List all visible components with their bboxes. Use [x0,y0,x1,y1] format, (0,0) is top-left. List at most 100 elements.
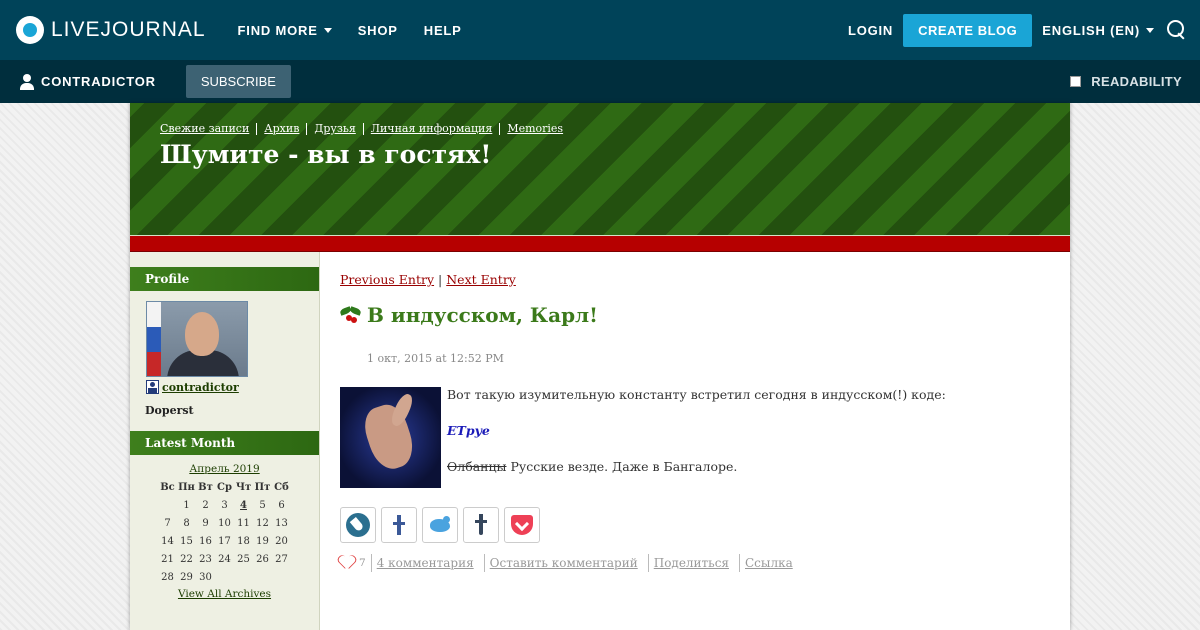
journal-nav-recent[interactable]: Свежие записи [160,123,256,135]
share-twitter-button[interactable] [422,507,458,543]
readability-toggle[interactable]: READABILITY [1070,74,1182,89]
livejournal-icon [346,513,370,537]
nav-help[interactable]: HELP [424,23,462,38]
entry-strikethrough-text: Олбанцы [447,459,507,474]
top-right-controls: LOGIN CREATE BLOG ENGLISH (EN) [848,0,1200,60]
calendar-weekday-row: Вс Пн Вт Ср Чт Пт Сб [158,478,291,496]
search-icon[interactable] [1166,19,1188,41]
calendar-day: 18 [237,535,250,547]
calendar-body: 1 2 3 4 5 6 7 8 9 10 11 12 13 14 15 16 17 18 19 20 21 22 23 24 2… [158,496,291,586]
journal-header: Свежие записи Архив Друзья Личная информ… [130,103,1070,235]
calendar-day: 6 [278,499,285,511]
calendar-grid: Вс Пн Вт Ср Чт Пт Сб 1 2 3 4 5 6 7 8 9 10 11 12 13 14 15 16 17… [158,478,291,586]
calendar-day [158,496,177,514]
entry-code-word: ETpye [447,423,490,438]
entry-title-row: В индусском, Карл! [339,303,1060,327]
avatar-head [185,312,219,356]
holly-berry [351,317,357,323]
calendar-day: 8 [183,517,190,529]
readability-label: READABILITY [1091,74,1182,89]
pocket-icon [511,515,533,535]
calendar-weekday: Вт [198,481,213,493]
chevron-down-icon [323,27,332,33]
leave-comment-link[interactable]: Оставить комментарий [483,554,643,572]
calendar-day: 9 [202,517,209,529]
language-selector[interactable]: ENGLISH (EN) [1042,23,1154,38]
calendar-day: 10 [218,517,231,529]
calendar-day: 13 [275,517,288,529]
entry-image-hand [359,400,419,474]
journal-nav-friends[interactable]: Друзья [306,123,362,135]
calendar-day: 7 [164,517,171,529]
create-blog-button[interactable]: CREATE BLOG [903,13,1033,47]
logo-text: LIVEJOURNAL [51,18,206,41]
avatar-flag-white [147,302,161,327]
nav-help-label: HELP [423,22,462,38]
login-link[interactable]: LOGIN [848,23,893,38]
share-buttons [340,507,1060,543]
livejournal-logo[interactable]: LIVEJOURNAL [16,16,206,44]
holly-leaf-right [349,306,362,316]
calendar-day-link[interactable]: 4 [234,496,253,514]
chevron-down-icon [1146,27,1154,33]
calendar-week: 28 29 30 [158,568,291,586]
calendar-weekday: Сб [274,481,289,493]
share-facebook-button[interactable] [381,507,417,543]
share-pocket-button[interactable] [504,507,540,543]
calendar-day: 22 [180,553,193,565]
entry-title: В индусском, Карл! [367,303,598,327]
avatar[interactable] [146,301,248,377]
calendar-week: 123456 [158,496,291,514]
permalink[interactable]: Ссылка [739,554,798,572]
readability-checkbox[interactable] [1070,76,1082,87]
view-all-archives-link[interactable]: View All Archives [130,588,319,600]
entry-actions: 7 4 комментария Оставить комментарий Под… [340,554,1060,572]
calendar-week: 7 8 9 10 11 12 13 [158,514,291,532]
calendar-day: 5 [259,499,266,511]
entry-paragraph-text: Русские везде. Даже в Бангалоре. [506,459,738,474]
calendar-week: 14 15 16 17 18 19 20 [158,532,291,550]
entry-image [340,387,441,488]
share-tumblr-button[interactable] [463,507,499,543]
latest-month-heading: Latest Month [130,431,319,455]
nav-shop[interactable]: SHOP [358,23,398,38]
journal-nav-profile[interactable]: Личная информация [362,123,500,135]
profile-username-link[interactable]: contradictor [162,381,239,394]
nav-find-more[interactable]: FIND MORE [238,23,332,38]
main-nav: FIND MORE SHOP HELP [238,23,488,38]
journal-username-link[interactable]: CONTRADICTOR [41,74,156,89]
holly-icon [339,305,362,325]
profile-user-line: contradictor [146,380,319,394]
nav-shop-label: SHOP [357,22,398,38]
userinfo-icon[interactable] [146,380,159,394]
entry-paragraph: Олбанцы Русские везде. Даже в Бангалоре. [447,459,946,475]
previous-entry-link[interactable]: Previous Entry [340,272,434,287]
entry-nav-separator: | [438,272,443,287]
header-red-band [130,236,1070,252]
subscribe-button[interactable]: SUBSCRIBE [185,65,291,98]
next-entry-link[interactable]: Next Entry [446,272,516,287]
share-livejournal-button[interactable] [340,507,376,543]
calendar-day: 14 [161,535,174,547]
journal-nav-archive[interactable]: Архив [256,123,306,135]
calendar-day: 21 [161,553,174,565]
calendar-day: 24 [218,553,231,565]
top-navigation-bar: LIVEJOURNAL FIND MORE SHOP HELP LOGIN CR… [0,0,1200,60]
calendar-weekday: Вс [160,481,175,493]
journal-nav-memories[interactable]: Memories [499,123,570,135]
calendar-month-link[interactable]: Апрель 2019 [130,463,319,475]
calendar-day [253,568,272,586]
entry-content: Previous Entry | Next Entry В индусском,… [339,252,1060,572]
comments-link[interactable]: 4 комментария [370,554,479,572]
avatar-flag-blue [147,327,161,352]
profile-subtitle: Doperst [145,404,194,417]
calendar-day: 27 [275,553,288,565]
sidebar: Profile contradictor Doperst Latest Mont… [130,252,320,630]
avatar-flag-red [147,352,161,376]
entry-navigation: Previous Entry | Next Entry [340,272,1060,287]
calendar-day: 16 [199,535,212,547]
calendar-day: 3 [221,499,228,511]
share-link[interactable]: Поделиться [647,554,734,572]
calendar-day: 1 [183,499,190,511]
heart-icon[interactable] [340,556,355,570]
